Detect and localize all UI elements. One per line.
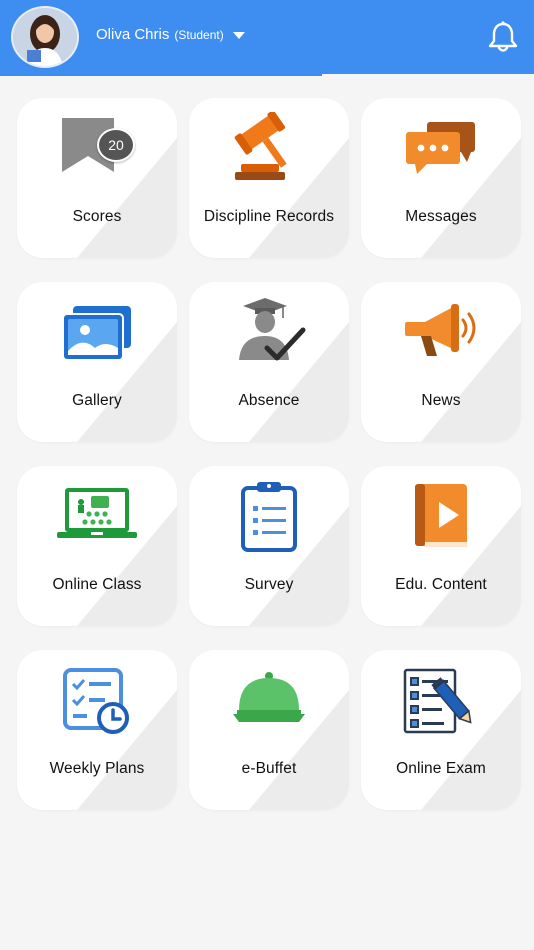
tile-messages[interactable]: Messages bbox=[361, 98, 521, 258]
chevron-down-icon bbox=[232, 31, 245, 39]
tile-label: News bbox=[421, 392, 461, 409]
tile-survey[interactable]: Survey bbox=[189, 466, 349, 626]
user-menu[interactable]: Oliva Chris (Student) bbox=[96, 26, 245, 43]
tile-online-exam[interactable]: Online Exam bbox=[361, 650, 521, 810]
score-badge: 20 bbox=[97, 128, 135, 162]
bell-icon[interactable] bbox=[486, 20, 520, 54]
online-class-icon bbox=[57, 488, 137, 538]
header-underline bbox=[0, 74, 322, 76]
tile-label: Absence bbox=[238, 392, 300, 409]
play-book-icon bbox=[415, 484, 467, 547]
tile-discipline-records[interactable]: Discipline Records bbox=[189, 98, 349, 258]
clipboard-icon bbox=[241, 482, 297, 552]
gavel-icon bbox=[234, 112, 287, 180]
tile-label: e-Buffet bbox=[241, 760, 297, 777]
serving-dish-icon bbox=[233, 672, 305, 722]
tile-absence[interactable]: Absence bbox=[189, 282, 349, 442]
avatar[interactable] bbox=[11, 6, 79, 68]
student-avatar-icon bbox=[13, 8, 77, 66]
menu-grid: 20 Scores Discipline Records Messages Ga… bbox=[17, 98, 521, 810]
megaphone-icon bbox=[405, 304, 476, 356]
user-name: Oliva Chris bbox=[96, 26, 170, 43]
checklist-clock-icon bbox=[63, 668, 129, 734]
tile-e-buffet[interactable]: e-Buffet bbox=[189, 650, 349, 810]
tile-label: Online Exam bbox=[396, 760, 486, 777]
graduate-check-icon bbox=[239, 298, 306, 361]
exam-pencil-icon bbox=[403, 668, 472, 734]
tile-edu-content[interactable]: Edu. Content bbox=[361, 466, 521, 626]
tile-scores[interactable]: 20 Scores bbox=[17, 98, 177, 258]
tile-online-class[interactable]: Online Class bbox=[17, 466, 177, 626]
tile-label: Edu. Content bbox=[395, 576, 487, 593]
photos-icon bbox=[62, 306, 131, 361]
tile-label: Weekly Plans bbox=[49, 760, 145, 777]
tile-gallery[interactable]: Gallery bbox=[17, 282, 177, 442]
tile-weekly-plans[interactable]: Weekly Plans bbox=[17, 650, 177, 810]
tile-label: Scores bbox=[72, 208, 122, 225]
chat-bubbles-icon bbox=[406, 122, 475, 174]
app-header: Oliva Chris (Student) bbox=[0, 0, 534, 74]
tile-label: Gallery bbox=[72, 392, 122, 409]
tile-label: Discipline Records bbox=[203, 208, 335, 225]
tile-label: Survey bbox=[244, 576, 294, 593]
tile-label: Messages bbox=[405, 208, 477, 225]
user-role: (Student) bbox=[174, 27, 224, 42]
tile-news[interactable]: News bbox=[361, 282, 521, 442]
tile-label: Online Class bbox=[52, 576, 142, 593]
